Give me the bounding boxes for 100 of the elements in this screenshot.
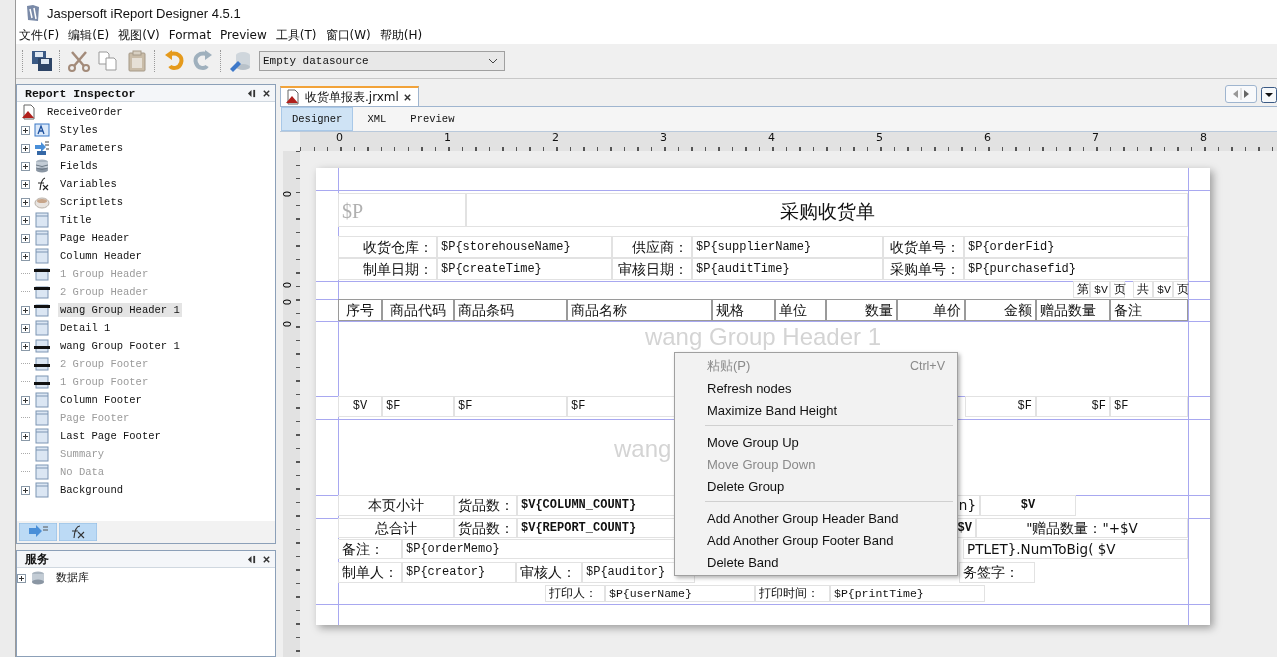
static-text[interactable]: 第 bbox=[1073, 281, 1090, 298]
cut-icon[interactable] bbox=[67, 49, 91, 73]
menu-item[interactable]: 帮助(H) bbox=[378, 26, 424, 44]
text-field[interactable]: $V bbox=[338, 396, 382, 417]
static-text[interactable]: 审核人： bbox=[516, 562, 582, 583]
static-text[interactable]: 收货单号： bbox=[883, 236, 964, 258]
static-text[interactable]: 务签字： bbox=[959, 562, 1035, 583]
expand-icon[interactable] bbox=[21, 323, 30, 333]
chevron-down-icon[interactable] bbox=[488, 58, 498, 64]
static-text[interactable]: 供应商： bbox=[612, 236, 692, 258]
expand-icon[interactable] bbox=[21, 215, 30, 225]
text-field[interactable]: $P{printTime} bbox=[830, 585, 985, 602]
static-text[interactable]: 单价 bbox=[897, 299, 965, 321]
tree-item[interactable]: Title bbox=[58, 213, 94, 227]
menu-item[interactable]: Format bbox=[167, 28, 213, 42]
text-field[interactable]: $P{userName} bbox=[605, 585, 755, 602]
text-field[interactable]: $F bbox=[1110, 396, 1188, 417]
text-field[interactable]: $F bbox=[965, 396, 1036, 417]
close-icon[interactable] bbox=[262, 554, 271, 564]
tab-scroll-buttons[interactable] bbox=[1225, 85, 1257, 103]
menu-item[interactable]: 工具(T) bbox=[274, 26, 318, 44]
document-tab[interactable]: 收货单报表.jrxml bbox=[280, 86, 419, 106]
expand-icon[interactable] bbox=[21, 179, 30, 189]
static-text[interactable]: 审核日期： bbox=[612, 258, 692, 280]
expand-icon[interactable] bbox=[21, 341, 30, 351]
text-field[interactable]: $P{creator} bbox=[402, 562, 516, 583]
static-text[interactable]: 打印时间： bbox=[755, 585, 830, 602]
tree-item[interactable]: Background bbox=[58, 483, 125, 497]
datasource-dropdown[interactable]: Empty datasource bbox=[259, 51, 505, 71]
text-field[interactable]: $F bbox=[382, 396, 454, 417]
text-field[interactable]: $P{purchasefid} bbox=[964, 258, 1188, 280]
tree-item[interactable]: Fields bbox=[58, 159, 100, 173]
static-text[interactable]: 规格 bbox=[712, 299, 775, 321]
expand-icon[interactable] bbox=[21, 161, 30, 171]
menu-item[interactable]: Move Group Up bbox=[675, 431, 957, 453]
tree-item[interactable]: Last Page Footer bbox=[58, 429, 163, 443]
static-text[interactable]: 采购单号： bbox=[883, 258, 964, 280]
tree-item[interactable]: wang Group Footer 1 bbox=[58, 339, 182, 353]
save-icon[interactable] bbox=[30, 49, 54, 73]
tree-item[interactable]: ReceiveOrder bbox=[45, 105, 125, 119]
static-text[interactable]: 总合计 bbox=[338, 518, 454, 538]
view-tab[interactable]: XML bbox=[357, 108, 397, 130]
function-filter-icon[interactable] bbox=[59, 523, 97, 541]
static-text[interactable]: 货品数： bbox=[454, 518, 517, 538]
static-text[interactable]: 赠品数量 bbox=[1036, 299, 1110, 321]
report-title[interactable]: 采购收货单 bbox=[466, 193, 1188, 227]
static-text[interactable]: 序号 bbox=[338, 299, 382, 321]
menu-item[interactable]: 视图(V) bbox=[117, 26, 161, 44]
view-tab[interactable]: Designer bbox=[281, 107, 354, 131]
menu-item[interactable]: 文件(F) bbox=[18, 26, 61, 44]
text-field[interactable]: $P{supplierName} bbox=[692, 236, 883, 258]
expand-icon[interactable] bbox=[17, 573, 26, 583]
static-text[interactable]: 制单人： bbox=[338, 562, 402, 583]
tree-item[interactable]: Column Footer bbox=[58, 393, 144, 407]
expand-icon[interactable] bbox=[21, 197, 30, 207]
static-text[interactable]: 商品条码 bbox=[454, 299, 567, 321]
expand-icon[interactable] bbox=[21, 305, 30, 315]
static-text[interactable]: 货品数： bbox=[454, 495, 517, 516]
expand-icon[interactable] bbox=[21, 233, 30, 243]
menu-item[interactable]: 编辑(E) bbox=[67, 26, 111, 44]
menu-item[interactable]: Delete Group bbox=[675, 475, 957, 497]
expand-icon[interactable] bbox=[21, 251, 30, 261]
tree-item[interactable]: Column Header bbox=[58, 249, 144, 263]
static-text[interactable]: PTLET}.NumToBig( $V bbox=[963, 539, 1188, 559]
static-text[interactable]: 页 bbox=[1110, 281, 1125, 298]
static-text[interactable]: 备注 bbox=[1110, 299, 1188, 321]
static-text[interactable]: 商品名称 bbox=[567, 299, 712, 321]
expand-icon[interactable] bbox=[21, 125, 30, 135]
expand-icon[interactable] bbox=[21, 485, 30, 495]
static-text[interactable]: 商品代码 bbox=[382, 299, 454, 321]
tree-item[interactable]: wang Group Header 1 bbox=[58, 303, 182, 317]
close-icon[interactable] bbox=[262, 88, 271, 98]
static-text[interactable]: 备注： bbox=[338, 539, 402, 559]
tree-item[interactable]: Scriptlets bbox=[58, 195, 125, 209]
static-text[interactable]: 共 bbox=[1133, 281, 1153, 298]
expand-icon[interactable] bbox=[21, 143, 30, 153]
menu-item[interactable]: 窗口(W) bbox=[324, 26, 372, 44]
tree-item[interactable]: 数据库 bbox=[54, 570, 91, 586]
static-text[interactable]: 制单日期： bbox=[338, 258, 437, 280]
close-icon[interactable] bbox=[402, 92, 412, 102]
static-text[interactable]: 打印人： bbox=[545, 585, 605, 602]
tree-item[interactable]: Styles bbox=[58, 123, 100, 137]
datasource-icon[interactable] bbox=[228, 49, 252, 73]
minimize-icon[interactable] bbox=[247, 554, 256, 564]
static-text[interactable]: 收货仓库： bbox=[338, 236, 437, 258]
view-tab[interactable]: Preview bbox=[400, 108, 465, 130]
expand-icon[interactable] bbox=[21, 431, 30, 441]
static-text[interactable]: 数量 bbox=[826, 299, 897, 321]
expand-icon[interactable] bbox=[21, 395, 30, 405]
menu-item[interactable]: Refresh nodes bbox=[675, 377, 957, 399]
static-text[interactable]: 金额 bbox=[965, 299, 1036, 321]
static-text[interactable]: "赠品数量："+$V bbox=[976, 518, 1188, 538]
text-field[interactable]: $V bbox=[1090, 281, 1110, 298]
text-field[interactable]: $P{createTime} bbox=[437, 258, 612, 280]
menu-item[interactable]: Preview bbox=[219, 28, 268, 42]
tree-item[interactable]: Page Header bbox=[58, 231, 132, 245]
tab-list-button[interactable] bbox=[1261, 87, 1277, 103]
text-field[interactable]: $P{auditTime} bbox=[692, 258, 883, 280]
text-field[interactable]: $F bbox=[1036, 396, 1110, 417]
static-text[interactable]: 单位 bbox=[775, 299, 826, 321]
